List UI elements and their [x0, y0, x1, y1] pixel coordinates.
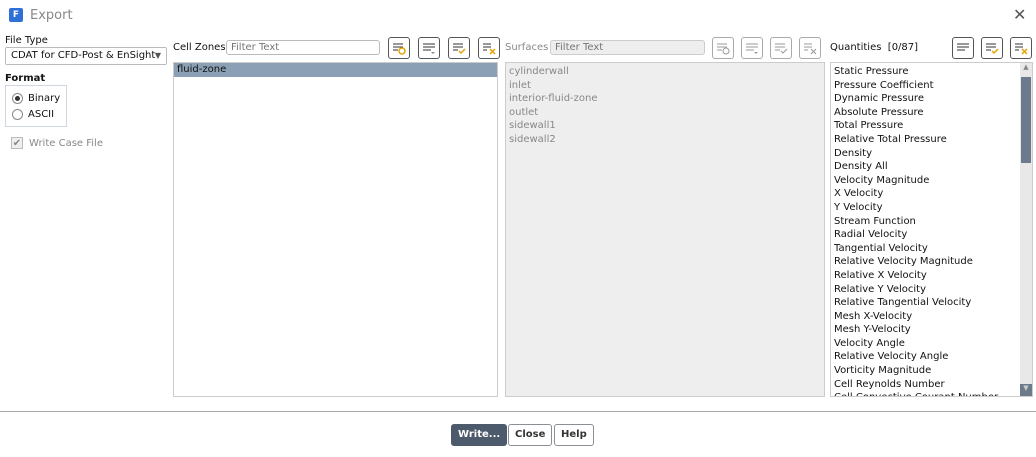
surfaces-label: Surfaces: [505, 42, 549, 53]
list-options-button[interactable]: [418, 37, 440, 59]
list-dropdown-icon: [746, 43, 758, 54]
list-item[interactable]: fluid-zone: [174, 63, 497, 77]
list-item[interactable]: Relative Total Pressure: [831, 133, 1032, 147]
list-item[interactable]: Density: [831, 147, 1032, 161]
list-item[interactable]: X Velocity: [831, 187, 1032, 201]
scrollbar[interactable]: ▲ ▼: [1020, 63, 1032, 396]
list-options-button[interactable]: [741, 37, 763, 59]
close-button[interactable]: Close: [508, 424, 553, 446]
radio-label: Binary: [28, 92, 61, 104]
quantities-count: [0/87]: [887, 42, 919, 53]
quantities-list[interactable]: ▲ ▼ Static Pressure Pressure Coefficient D…: [830, 62, 1033, 397]
format-group: Binary ASCII: [5, 85, 67, 127]
list-item[interactable]: Absolute Pressure: [831, 106, 1032, 120]
list-item[interactable]: Total Pressure: [831, 119, 1032, 133]
list-item[interactable]: Density All: [831, 160, 1032, 174]
list-item[interactable]: Velocity Magnitude: [831, 174, 1032, 188]
quantities-toolbar: [952, 37, 1032, 59]
list-item[interactable]: Pressure Coefficient: [831, 79, 1032, 93]
select-by-match-button[interactable]: [388, 37, 410, 59]
list-item[interactable]: Vorticity Magnitude: [831, 364, 1032, 378]
list-item[interactable]: Mesh X-Velocity: [831, 310, 1032, 324]
app-logo-icon: F: [9, 8, 23, 22]
scroll-down-icon[interactable]: ▼: [1020, 384, 1032, 396]
radio-button[interactable]: [12, 108, 23, 120]
list-item[interactable]: inlet: [506, 79, 824, 93]
write-case-file-checkbox[interactable]: ✔ Write Case File: [11, 137, 103, 149]
close-window-icon[interactable]: ✕: [1013, 5, 1026, 24]
list-item[interactable]: cylinderwall: [506, 65, 824, 79]
list-item[interactable]: Radial Velocity: [831, 228, 1032, 242]
deselect-all-icon: [483, 43, 496, 55]
select-all-icon: [453, 43, 466, 55]
list-item[interactable]: Dynamic Pressure: [831, 92, 1032, 106]
window-title: Export: [30, 8, 73, 23]
file-type-select[interactable]: CDAT for CFD-Post & EnSight ▼: [5, 47, 167, 65]
surfaces-list[interactable]: cylinderwall inlet interior-fluid-zone o…: [505, 62, 825, 397]
radio-label: ASCII: [28, 108, 55, 120]
scrollbar-thumb[interactable]: [1021, 77, 1031, 163]
list-item[interactable]: interior-fluid-zone: [506, 92, 824, 106]
list-item[interactable]: sidewall1: [506, 119, 824, 133]
list-item[interactable]: Static Pressure: [831, 65, 1032, 79]
list-filter-icon: [717, 43, 730, 55]
select-by-match-button[interactable]: [712, 37, 734, 59]
list-item[interactable]: sidewall2: [506, 133, 824, 147]
cell-zones-label: Cell Zones: [173, 42, 226, 53]
list-item[interactable]: Relative Velocity Angle: [831, 350, 1032, 364]
deselect-all-button[interactable]: [1010, 37, 1032, 59]
checkmark-icon[interactable]: ✔: [11, 137, 23, 149]
surfaces-toolbar: [712, 37, 821, 59]
deselect-all-icon: [804, 43, 817, 55]
list-filter-icon: [393, 43, 406, 55]
list-icon: [957, 43, 969, 51]
list-item[interactable]: Cell Convective Courant Number: [831, 391, 1032, 396]
list-item[interactable]: Velocity Angle: [831, 337, 1032, 351]
scroll-up-icon[interactable]: ▲: [1020, 63, 1032, 71]
file-type-label: File Type: [5, 35, 48, 46]
list-item[interactable]: Stream Function: [831, 215, 1032, 229]
deselect-all-icon: [1015, 43, 1028, 55]
cell-zones-filter-input[interactable]: [226, 40, 380, 55]
radio-button[interactable]: [12, 92, 23, 104]
select-all-icon: [986, 43, 999, 55]
select-all-button[interactable]: [448, 37, 470, 59]
list-item[interactable]: outlet: [506, 106, 824, 120]
title-bar: F Export ✕: [0, 0, 1036, 32]
quantities-title: Quantities: [830, 42, 882, 53]
list-item[interactable]: Mesh Y-Velocity: [831, 323, 1032, 337]
quantities-label: Quantities [0/87]: [830, 42, 918, 53]
radio-binary[interactable]: Binary: [6, 90, 66, 106]
surfaces-filter-input[interactable]: [550, 40, 705, 55]
select-all-button[interactable]: [770, 37, 792, 59]
list-item[interactable]: Relative Y Velocity: [831, 283, 1032, 297]
list-item[interactable]: Relative X Velocity: [831, 269, 1032, 283]
radio-ascii[interactable]: ASCII: [6, 106, 66, 122]
list-options-button[interactable]: [952, 37, 974, 59]
divider: [0, 411, 1036, 412]
list-item[interactable]: Relative Tangential Velocity: [831, 296, 1032, 310]
list-dropdown-icon: [423, 43, 435, 54]
format-label: Format: [5, 73, 46, 84]
deselect-all-button[interactable]: [799, 37, 821, 59]
list-item[interactable]: Tangential Velocity: [831, 242, 1032, 256]
file-type-value: CDAT for CFD-Post & EnSight: [11, 50, 156, 61]
help-button[interactable]: Help: [554, 424, 594, 446]
list-item[interactable]: Relative Velocity Magnitude: [831, 255, 1032, 269]
deselect-all-button[interactable]: [478, 37, 500, 59]
select-all-button[interactable]: [981, 37, 1003, 59]
list-item[interactable]: Cell Reynolds Number: [831, 378, 1032, 392]
write-button[interactable]: Write...: [451, 424, 508, 446]
select-all-icon: [775, 43, 788, 54]
list-item[interactable]: Y Velocity: [831, 201, 1032, 215]
cell-zones-list[interactable]: fluid-zone: [173, 62, 498, 397]
checkbox-label: Write Case File: [29, 137, 103, 149]
cell-zones-toolbar: [388, 37, 500, 59]
chevron-down-icon: ▼: [154, 51, 161, 60]
